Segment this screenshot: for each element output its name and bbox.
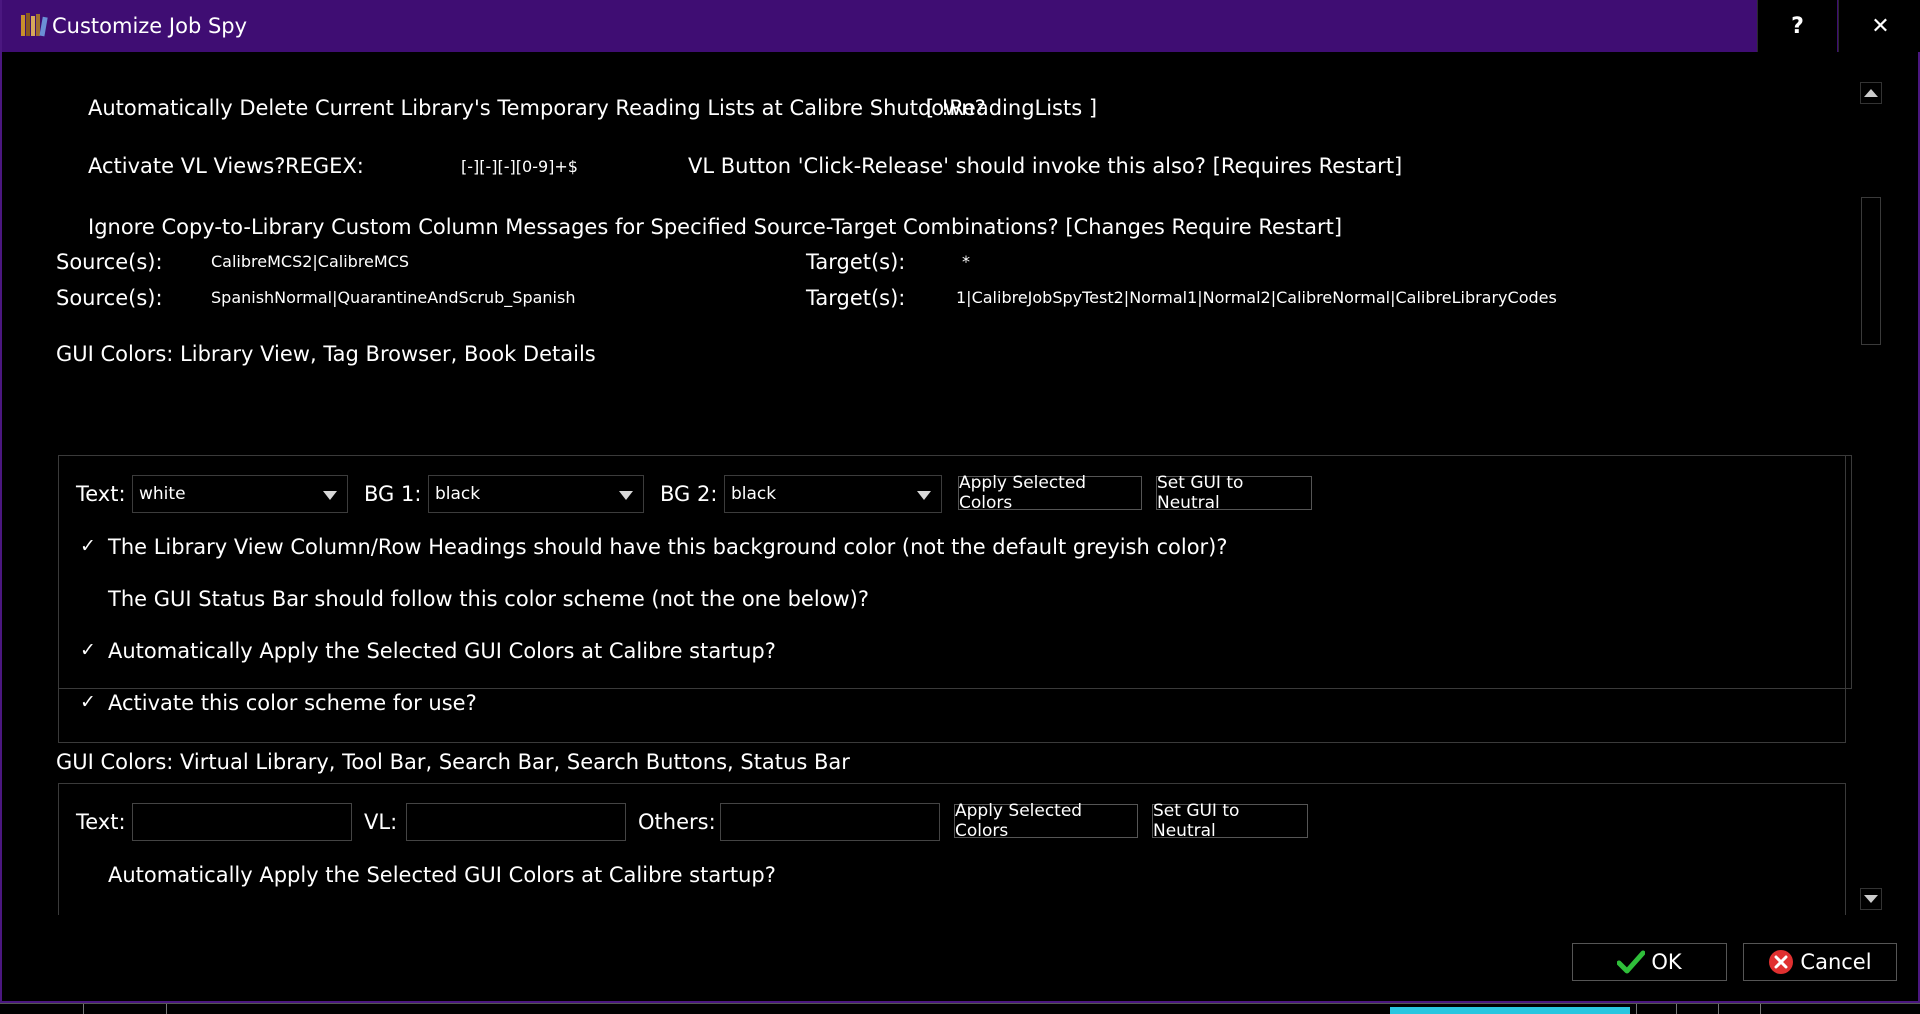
vl-color-label: VL: xyxy=(364,810,398,834)
source-label-1: Source(s): xyxy=(56,250,163,274)
source-input-2[interactable]: SpanishNormal|QuarantineAndScrub_Spanish xyxy=(211,288,575,307)
target-input-1[interactable]: * xyxy=(962,252,970,271)
cancel-button[interactable]: Cancel xyxy=(1743,943,1897,981)
target-label-1: Target(s): xyxy=(806,250,906,274)
cancel-x-icon xyxy=(1769,950,1794,974)
chevron-down-icon xyxy=(619,491,633,500)
target-label-2: Target(s): xyxy=(806,286,906,310)
regex-label: REGEX: xyxy=(285,154,364,178)
target-input-2[interactable]: 1|CalibreJobSpyTest2|Normal1|Normal2|Cal… xyxy=(956,288,1557,307)
gui-colors-1-heading: GUI Colors: Library View, Tag Browser, B… xyxy=(56,342,596,366)
taskbar-divider xyxy=(1718,1004,1719,1014)
reading-lists-value: [ !ReadingLists ] xyxy=(926,96,1098,120)
bg1-color-label: BG 1: xyxy=(364,482,422,506)
taskbar-divider xyxy=(1636,1004,1637,1014)
auto-apply-checkbox-label[interactable]: Automatically Apply the Selected GUI Col… xyxy=(108,639,776,663)
delete-reading-lists-checkbox-label[interactable]: Automatically Delete Current Library's T… xyxy=(88,96,986,120)
scroll-up-icon[interactable] xyxy=(1860,82,1882,104)
others-color-label: Others: xyxy=(638,810,716,834)
ok-label: OK xyxy=(1651,950,1682,974)
auto-apply-checkmark-icon[interactable]: ✓ xyxy=(80,639,96,661)
headings-bg-checkmark-icon[interactable]: ✓ xyxy=(80,535,96,557)
scrollbar-thumb[interactable] xyxy=(1861,197,1881,345)
scroll-down-icon[interactable] xyxy=(1860,888,1882,910)
checkmark-icon xyxy=(1617,950,1646,974)
text-color-2-label: Text: xyxy=(76,810,126,834)
taskbar-divider xyxy=(1760,1004,1761,1014)
activate-scheme-checkmark-icon[interactable]: ✓ xyxy=(80,691,96,713)
title-bar: Customize Job Spy ? ✕ xyxy=(2,0,1920,52)
taskbar-divider xyxy=(166,1004,167,1014)
window-title: Customize Job Spy xyxy=(52,14,248,38)
taskbar-active-indicator xyxy=(1390,1007,1630,1014)
vl-color-input[interactable] xyxy=(406,803,626,841)
cancel-label: Cancel xyxy=(1800,950,1872,974)
taskbar-divider xyxy=(1676,1004,1677,1014)
ignore-copy-checkbox-label[interactable]: Ignore Copy-to-Library Custom Column Mes… xyxy=(88,215,1342,239)
text-color-label: Text: xyxy=(76,482,126,506)
taskbar-divider xyxy=(83,1004,84,1014)
others-color-input[interactable] xyxy=(720,803,940,841)
source-input-1[interactable]: CalibreMCS2|CalibreMCS xyxy=(211,252,409,271)
bg2-color-label: BG 2: xyxy=(660,482,718,506)
bg2-color-select[interactable]: black xyxy=(724,475,942,513)
chevron-down-icon xyxy=(323,491,337,500)
vertical-scrollbar[interactable] xyxy=(1860,82,1882,914)
vl-button-checkbox-label[interactable]: VL Button 'Click-Release' should invoke … xyxy=(688,154,1402,178)
vl-views-checkbox-label[interactable]: Activate VL Views? xyxy=(88,154,285,178)
text-color-value: white xyxy=(139,484,186,504)
close-button[interactable]: ✕ xyxy=(1838,0,1920,52)
bg1-color-select[interactable]: black xyxy=(428,475,644,513)
ok-button[interactable]: OK xyxy=(1572,943,1727,981)
dialog-window: Customize Job Spy ? ✕ Automatically Dele… xyxy=(0,0,1920,1003)
status-bar-checkbox-label[interactable]: The GUI Status Bar should follow this co… xyxy=(108,587,869,611)
set-gui-neutral-button[interactable]: Set GUI to Neutral xyxy=(1156,473,1312,513)
bg1-color-value: black xyxy=(435,484,481,504)
activate-scheme-checkbox-label[interactable]: Activate this color scheme for use? xyxy=(108,691,477,715)
source-label-2: Source(s): xyxy=(56,286,163,310)
help-button[interactable]: ? xyxy=(1757,0,1837,52)
calibre-books-icon xyxy=(21,13,48,37)
auto-apply-2-checkbox-label[interactable]: Automatically Apply the Selected GUI Col… xyxy=(108,863,776,887)
chevron-down-icon xyxy=(917,491,931,500)
set-gui-neutral-2-button[interactable]: Set GUI to Neutral xyxy=(1152,801,1308,841)
taskbar-strip xyxy=(0,1003,1920,1014)
gui-colors-2-heading: GUI Colors: Virtual Library, Tool Bar, S… xyxy=(56,750,850,774)
text-color-select[interactable]: white xyxy=(132,475,348,513)
bg2-color-value: black xyxy=(731,484,777,504)
regex-input[interactable]: [-][-][-][0-9]+$ xyxy=(461,157,578,176)
apply-selected-colors-2-button[interactable]: Apply Selected Colors xyxy=(954,801,1138,841)
text-color-2-input[interactable] xyxy=(132,803,352,841)
apply-selected-colors-button[interactable]: Apply Selected Colors xyxy=(958,473,1142,513)
headings-bg-checkbox-label[interactable]: The Library View Column/Row Headings sho… xyxy=(108,535,1228,559)
